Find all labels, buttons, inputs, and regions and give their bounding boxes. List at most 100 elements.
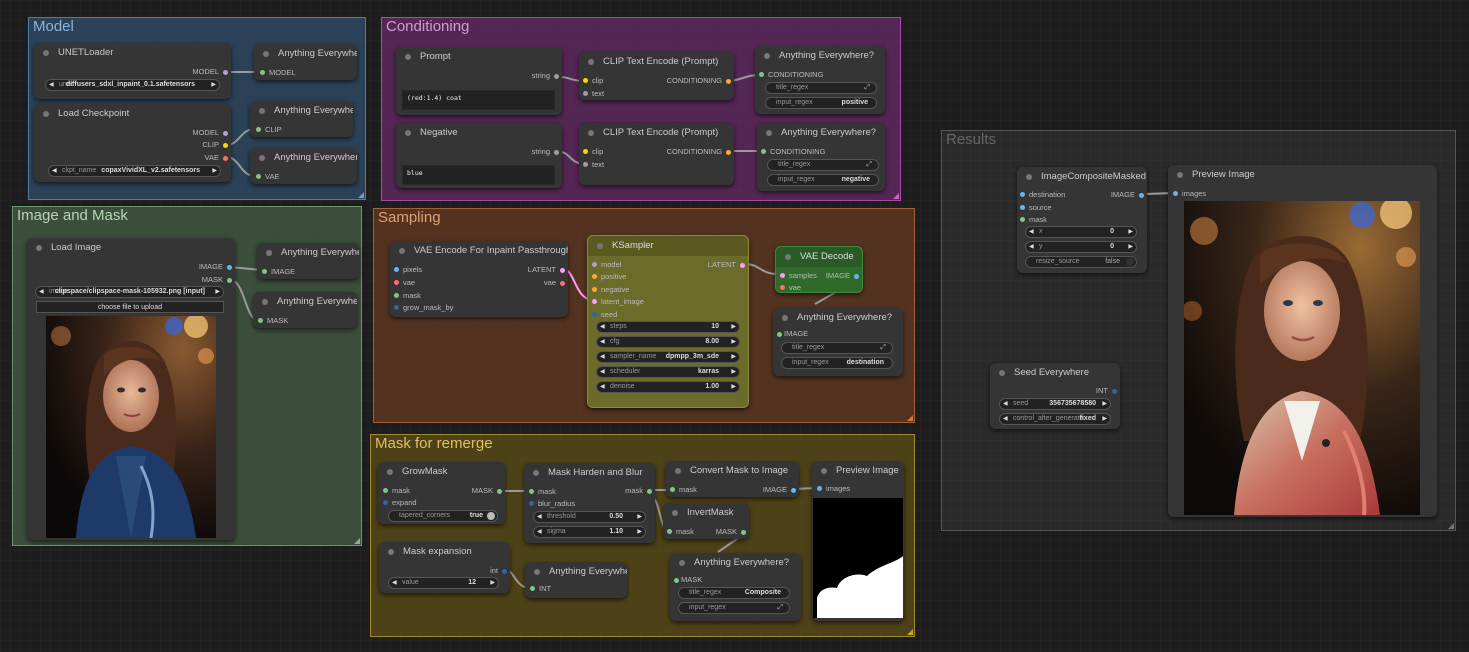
node-negative[interactable]: Negative string blue [396, 123, 562, 188]
edit-icon[interactable]: ⤢ [880, 343, 886, 353]
arrow-left-icon[interactable]: ◀ [1003, 399, 1008, 409]
node-clip-text-encode-positive[interactable]: CLIP Text Encode (Prompt) clip text COND… [579, 52, 734, 100]
node-prompt[interactable]: Prompt string (red:1.4) coat [396, 47, 562, 115]
input-mask-dot[interactable] [674, 578, 679, 583]
arrow-right-icon[interactable]: ▶ [1102, 399, 1107, 409]
arrow-right-icon[interactable]: ▶ [1128, 227, 1133, 237]
input-conditioning-dot[interactable] [759, 72, 764, 77]
input-vae-dot[interactable] [394, 280, 399, 285]
arrow-right-icon[interactable]: ▶ [731, 322, 736, 332]
widget-threshold[interactable]: ◀ threshold 0.50 ▶ [533, 511, 646, 523]
input-seed-dot[interactable] [592, 312, 597, 317]
input-clip-dot[interactable] [583, 78, 588, 83]
input-model-dot[interactable] [592, 262, 597, 267]
arrow-right-icon[interactable]: ▶ [731, 352, 736, 362]
output-image-dot[interactable] [227, 265, 232, 270]
widget-input-regex[interactable]: input_regex ⤢ [678, 602, 790, 614]
edit-icon[interactable]: ⤢ [864, 83, 870, 93]
collapse-dot-icon[interactable] [1177, 172, 1183, 178]
widget-cfg[interactable]: ◀ cfg 8.00 ▶ [596, 336, 740, 348]
input-positive-dot[interactable] [592, 274, 597, 279]
collapse-dot-icon[interactable] [399, 248, 405, 254]
output-latent-dot[interactable] [560, 268, 565, 273]
toggle-knob-icon[interactable] [487, 512, 495, 520]
widget-sigma[interactable]: ◀ sigma 1.10 ▶ [533, 526, 646, 538]
collapse-dot-icon[interactable] [533, 470, 539, 476]
collapse-dot-icon[interactable] [36, 245, 42, 251]
input-destination-dot[interactable] [1020, 192, 1025, 197]
arrow-left-icon[interactable]: ◀ [600, 337, 605, 347]
input-pixels-dot[interactable] [394, 267, 399, 272]
node-preview-image-result[interactable]: Preview Image images [1168, 165, 1437, 517]
collapse-dot-icon[interactable] [387, 469, 393, 475]
node-anything-everywhere-image[interactable]: Anything Everywhere IMAGE [257, 243, 359, 279]
output-string-dot[interactable] [554, 74, 559, 79]
output-image-dot[interactable] [791, 488, 796, 493]
arrow-right-icon[interactable]: ▶ [637, 512, 642, 522]
arrow-right-icon[interactable]: ▶ [637, 527, 642, 537]
widget-y[interactable]: ◀ y 0 ▶ [1025, 241, 1137, 253]
collapse-dot-icon[interactable] [821, 468, 827, 474]
collapse-dot-icon[interactable] [405, 130, 411, 136]
arrow-left-icon[interactable]: ◀ [1029, 242, 1034, 252]
widget-title-regex[interactable]: title_regex Composite [678, 587, 790, 599]
input-mask-dot[interactable] [1020, 217, 1025, 222]
node-vae-decode[interactable]: VAE Decode samples vae IMAGE [775, 246, 863, 293]
arrow-left-icon[interactable]: ◀ [392, 578, 397, 588]
node-vae-encode-inpaint[interactable]: VAE Encode For Inpaint Passthrough pixel… [390, 241, 568, 317]
node-anything-everywhere-q-positive[interactable]: Anything Everywhere? CONDITIONING title_… [755, 46, 885, 114]
arrow-right-icon[interactable]: ▶ [212, 166, 217, 176]
collapse-dot-icon[interactable] [405, 54, 411, 60]
output-mask-dot[interactable] [227, 278, 232, 283]
arrow-left-icon[interactable]: ◀ [600, 322, 605, 332]
arrow-left-icon[interactable]: ◀ [600, 382, 605, 392]
output-vae-dot[interactable] [560, 281, 565, 286]
widget-control-after-generate[interactable]: ◀ control_after_generate fixed ▶ [999, 413, 1111, 425]
collapse-dot-icon[interactable] [588, 59, 594, 65]
prompt-textarea[interactable]: (red:1.4) coat [402, 90, 555, 110]
input-grow-mask-dot[interactable] [394, 305, 399, 310]
node-grow-mask[interactable]: GrowMask mask expand MASK tapered_corner… [378, 462, 505, 524]
node-ksampler[interactable]: KSampler model positive negative latent_… [587, 235, 749, 408]
arrow-right-icon[interactable]: ▶ [731, 382, 736, 392]
input-blur-radius-dot[interactable] [529, 501, 534, 506]
output-int-dot[interactable] [1112, 389, 1117, 394]
input-mask-dot[interactable] [394, 293, 399, 298]
input-image-dot[interactable] [262, 269, 267, 274]
arrow-left-icon[interactable]: ◀ [1003, 414, 1008, 424]
input-clip-dot[interactable] [583, 149, 588, 154]
arrow-left-icon[interactable]: ◀ [537, 512, 542, 522]
arrow-right-icon[interactable]: ▶ [1102, 414, 1107, 424]
collapse-dot-icon[interactable] [675, 468, 681, 474]
node-anything-everywhere-q-mask[interactable]: Anything Everywhere? MASK title_regex Co… [670, 553, 801, 621]
output-clip-dot[interactable] [223, 143, 228, 148]
collapse-dot-icon[interactable] [266, 250, 272, 256]
output-conditioning-dot[interactable] [726, 150, 731, 155]
arrow-right-icon[interactable]: ▶ [1128, 242, 1133, 252]
collapse-dot-icon[interactable] [597, 243, 603, 249]
input-mask-dot[interactable] [529, 489, 534, 494]
arrow-left-icon[interactable]: ◀ [1029, 227, 1034, 237]
collapse-dot-icon[interactable] [43, 111, 49, 117]
node-anything-everywhere-int[interactable]: Anything Everywhere INT [525, 562, 627, 598]
collapse-dot-icon[interactable] [263, 51, 269, 57]
node-mask-expansion[interactable]: Mask expansion int ◀ value 12 ▶ [379, 542, 510, 593]
node-anything-everywhere-q-negative[interactable]: Anything Everywhere? CONDITIONING title_… [757, 123, 885, 191]
collapse-dot-icon[interactable] [259, 155, 265, 161]
input-text-dot[interactable] [583, 162, 588, 167]
output-string-dot[interactable] [554, 150, 559, 155]
node-anything-everywhere-mask[interactable]: Anything Everywhere MASK [253, 292, 357, 328]
negative-textarea[interactable]: blue [402, 165, 555, 185]
output-image-dot[interactable] [854, 274, 859, 279]
input-negative-dot[interactable] [592, 287, 597, 292]
collapse-dot-icon[interactable] [588, 130, 594, 136]
input-text-dot[interactable] [583, 91, 588, 96]
node-invert-mask[interactable]: InvertMask mask MASK [663, 503, 749, 539]
output-mask-dot[interactable] [647, 489, 652, 494]
node-load-image[interactable]: Load Image IMAGE MASK ◀ image clipspace/… [27, 238, 235, 540]
widget-input-regex[interactable]: input_regex positive [765, 97, 877, 109]
arrow-right-icon[interactable]: ▶ [211, 80, 216, 90]
input-images-dot[interactable] [1173, 191, 1178, 196]
widget-image-file[interactable]: ◀ image clipspace/clipspace-mask-105932.… [35, 286, 224, 298]
widget-x[interactable]: ◀ x 0 ▶ [1025, 226, 1137, 238]
